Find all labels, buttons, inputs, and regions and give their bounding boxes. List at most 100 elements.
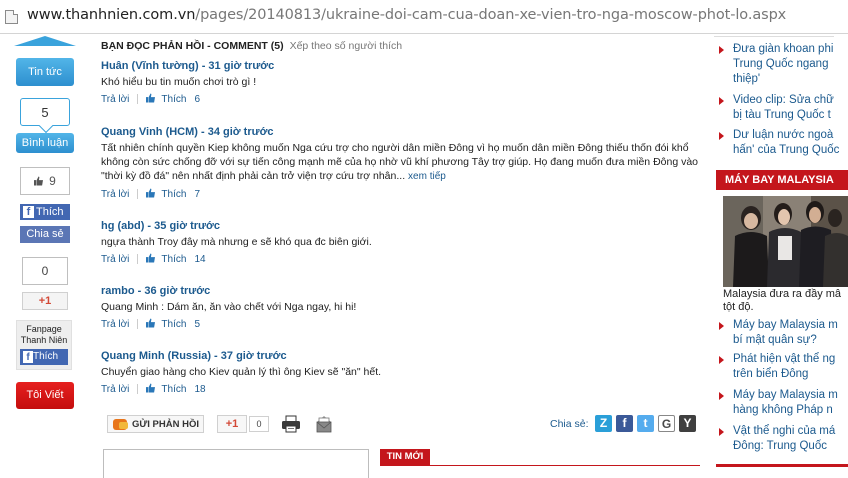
like-link[interactable]: Thích (161, 189, 186, 200)
comment-actions: Trả lời Thích 14 (101, 253, 701, 265)
like-link[interactable]: Thích (161, 384, 186, 395)
sidebar-news-link[interactable]: Video clip: Sửa chữ bị tàu Trung Quốc t (714, 93, 848, 123)
facebook-like-button[interactable]: f Thích (20, 204, 70, 220)
thumbs-up-icon (146, 93, 156, 103)
comment-actions: Trả lời Thích 5 (101, 318, 701, 330)
comment-body: Quang Minh : Dám ăn, ăn vào chết với Nga… (101, 301, 357, 313)
comment-text: Tất nhiên chính quyền Kiep không muốn Ng… (101, 142, 699, 182)
reply-link[interactable]: Trả lời (101, 384, 129, 395)
fanpage-title: Fanpage (26, 324, 62, 334)
comments-header: BẠN ĐỌC PHẢN HỒI - COMMENT (5) Xếp theo s… (101, 40, 402, 52)
url-text[interactable]: www.thanhnien.com.vn/pages/20140813/ukra… (27, 7, 786, 23)
sort-by-likes-link[interactable]: Xếp theo số người thích (290, 40, 403, 52)
comment-like-count: 5 (194, 319, 200, 330)
twitter-share-icon[interactable]: t (637, 415, 654, 432)
comment-author: hg (abd) - 35 giờ trước (101, 220, 220, 232)
comment-author: Huân (Vĩnh tường) - 31 giờ trước (101, 60, 275, 72)
print-icon[interactable] (281, 415, 301, 433)
news-photo[interactable] (723, 196, 848, 287)
gplus-icon: +1 (38, 295, 52, 307)
thumbs-up-icon (146, 253, 156, 263)
bullet-arrow-icon (719, 428, 724, 436)
comment-like-count: 7 (194, 189, 200, 200)
comment-body: Tất nhiên chính quyền Kiep không muốn Ng… (101, 141, 701, 184)
sidebar-news-link[interactable]: Phát hiện vật thể ng trên biển Đông (714, 352, 848, 382)
bullet-arrow-icon (719, 46, 724, 54)
comment-actions: Trả lời Thích 7 (101, 188, 701, 200)
like-link[interactable]: Thích (161, 94, 186, 105)
comment-item: Quang Vinh (HCM) - 34 giờ trước Tất nhiê… (101, 126, 701, 200)
reply-link[interactable]: Trả lời (101, 94, 129, 105)
sidebar-news-link[interactable]: Đưa giàn khoan phi Trung Quốc ngang thiệ… (714, 42, 848, 87)
bullet-arrow-icon (719, 322, 724, 330)
like-count-badge: 9 (20, 167, 70, 195)
comment-author: Quang Minh (Russia) - 37 giờ trước (101, 350, 287, 362)
latest-news-divider (380, 465, 700, 466)
comment-item: Huân (Vĩnh tường) - 31 giờ trước Khó hiể… (101, 60, 701, 105)
url-path: /pages/20140813/ukraine-doi-cam-cua-doan… (195, 7, 787, 23)
write-button[interactable]: Tôi Viết (16, 382, 74, 409)
gplus-button[interactable]: +1 (217, 415, 247, 433)
comment-like-count: 18 (194, 384, 206, 395)
read-more-link[interactable]: xem tiếp (408, 171, 446, 182)
send-feedback-label: GỬI PHẢN HỒI (132, 419, 199, 430)
google-share-icon[interactable]: G (658, 415, 675, 432)
fanpage-like-label: Thích (33, 351, 59, 362)
comment-item: hg (abd) - 35 giờ trước ngựa thành Troy … (101, 220, 701, 265)
photo-caption[interactable]: Malaysia đưa ra đầy mâ tột độ. (723, 288, 848, 314)
comment-actions: Trả lời Thích 18 (101, 383, 701, 395)
address-bar[interactable]: www.thanhnien.com.vn/pages/20140813/ukra… (0, 0, 848, 34)
fanpage-box: Fanpage Thanh Niên f Thích (16, 320, 72, 370)
facebook-share-icon[interactable]: f (616, 415, 633, 432)
section-title[interactable]: MÁY BAY MALAYSIA (716, 170, 848, 190)
gplus-button[interactable]: +1 (22, 292, 68, 310)
like-count-value: 9 (49, 174, 56, 188)
yahoo-share-icon[interactable]: Y (679, 415, 696, 432)
bullet-arrow-icon (719, 132, 724, 140)
facebook-icon: f (23, 206, 34, 218)
bullet-arrow-icon (719, 356, 724, 364)
comment-item: Quang Minh (Russia) - 37 giờ trước Chuyể… (101, 350, 701, 395)
share-label: Chia sẻ: (550, 418, 589, 430)
sidebar-news-link[interactable]: Dư luận nước ngoà hấn' của Trung Quốc (714, 128, 848, 158)
comment-body: ngựa thành Troy đây mà nhưng e sẽ khó qu… (101, 236, 372, 248)
sidebar-news-link[interactable]: Vật thể nghi của má Đông: Trung Quốc (714, 424, 848, 454)
reply-link[interactable]: Trả lời (101, 319, 129, 330)
share-button[interactable]: Chia sẻ (20, 226, 70, 243)
left-sharebar: Tin tức 5 Bình luận 9 f Thích Chia sẻ 0 +… (0, 34, 90, 478)
news-button[interactable]: Tin tức (16, 58, 74, 86)
comments-title: BẠN ĐỌC PHẢN HỒI - COMMENT (5) (101, 40, 284, 52)
comment-body: Khó hiểu bu tin muốn chơi trò gì ! (101, 76, 257, 88)
url-domain: www.thanhnien.com.vn (27, 7, 196, 23)
right-sidebar: Đưa giàn khoan phi Trung Quốc ngang thiệ… (714, 34, 848, 478)
fanpage-name: Thanh Niên (20, 335, 68, 345)
bullet-arrow-icon (719, 97, 724, 105)
collapse-arrow-icon[interactable] (14, 36, 76, 46)
fanpage-like-button[interactable]: f Thích (20, 349, 68, 365)
reply-link[interactable]: Trả lời (101, 189, 129, 200)
like-link[interactable]: Thích (161, 254, 186, 265)
email-icon[interactable] (315, 415, 333, 433)
thumbs-up-icon (146, 188, 156, 198)
comment-actions: Trả lời Thích 6 (101, 93, 701, 105)
comment-like-count: 14 (194, 254, 206, 265)
comment-item: rambo - 36 giờ trước Quang Minh : Dám ăn… (101, 285, 701, 330)
comment-like-count: 6 (194, 94, 200, 105)
comment-body: Chuyển giao hàng cho Kiev quản lý thì ôn… (101, 366, 382, 378)
page-icon (5, 10, 18, 24)
latest-news-tab[interactable]: TIN MỚI (380, 449, 430, 465)
divider (714, 36, 834, 37)
send-feedback-button[interactable]: GỬI PHẢN HỒI (107, 415, 204, 433)
comment-button[interactable]: Bình luận (16, 133, 74, 153)
facebook-icon: f (23, 351, 33, 363)
gplus-count-badge: 0 (22, 257, 68, 285)
sidebar-news-link[interactable]: Máy bay Malaysia m hàng không Pháp n (714, 388, 848, 418)
chat-bubble-icon (113, 419, 128, 430)
sidebar-news-link[interactable]: Máy bay Malaysia m bí mật quân sự? (714, 318, 848, 348)
like-link[interactable]: Thích (161, 319, 186, 330)
zing-me-icon[interactable]: Z (595, 415, 612, 432)
gplus-icon: +1 (225, 418, 239, 430)
thumbs-up-icon (34, 176, 44, 186)
feedback-input-box[interactable] (103, 449, 369, 478)
reply-link[interactable]: Trả lời (101, 254, 129, 265)
